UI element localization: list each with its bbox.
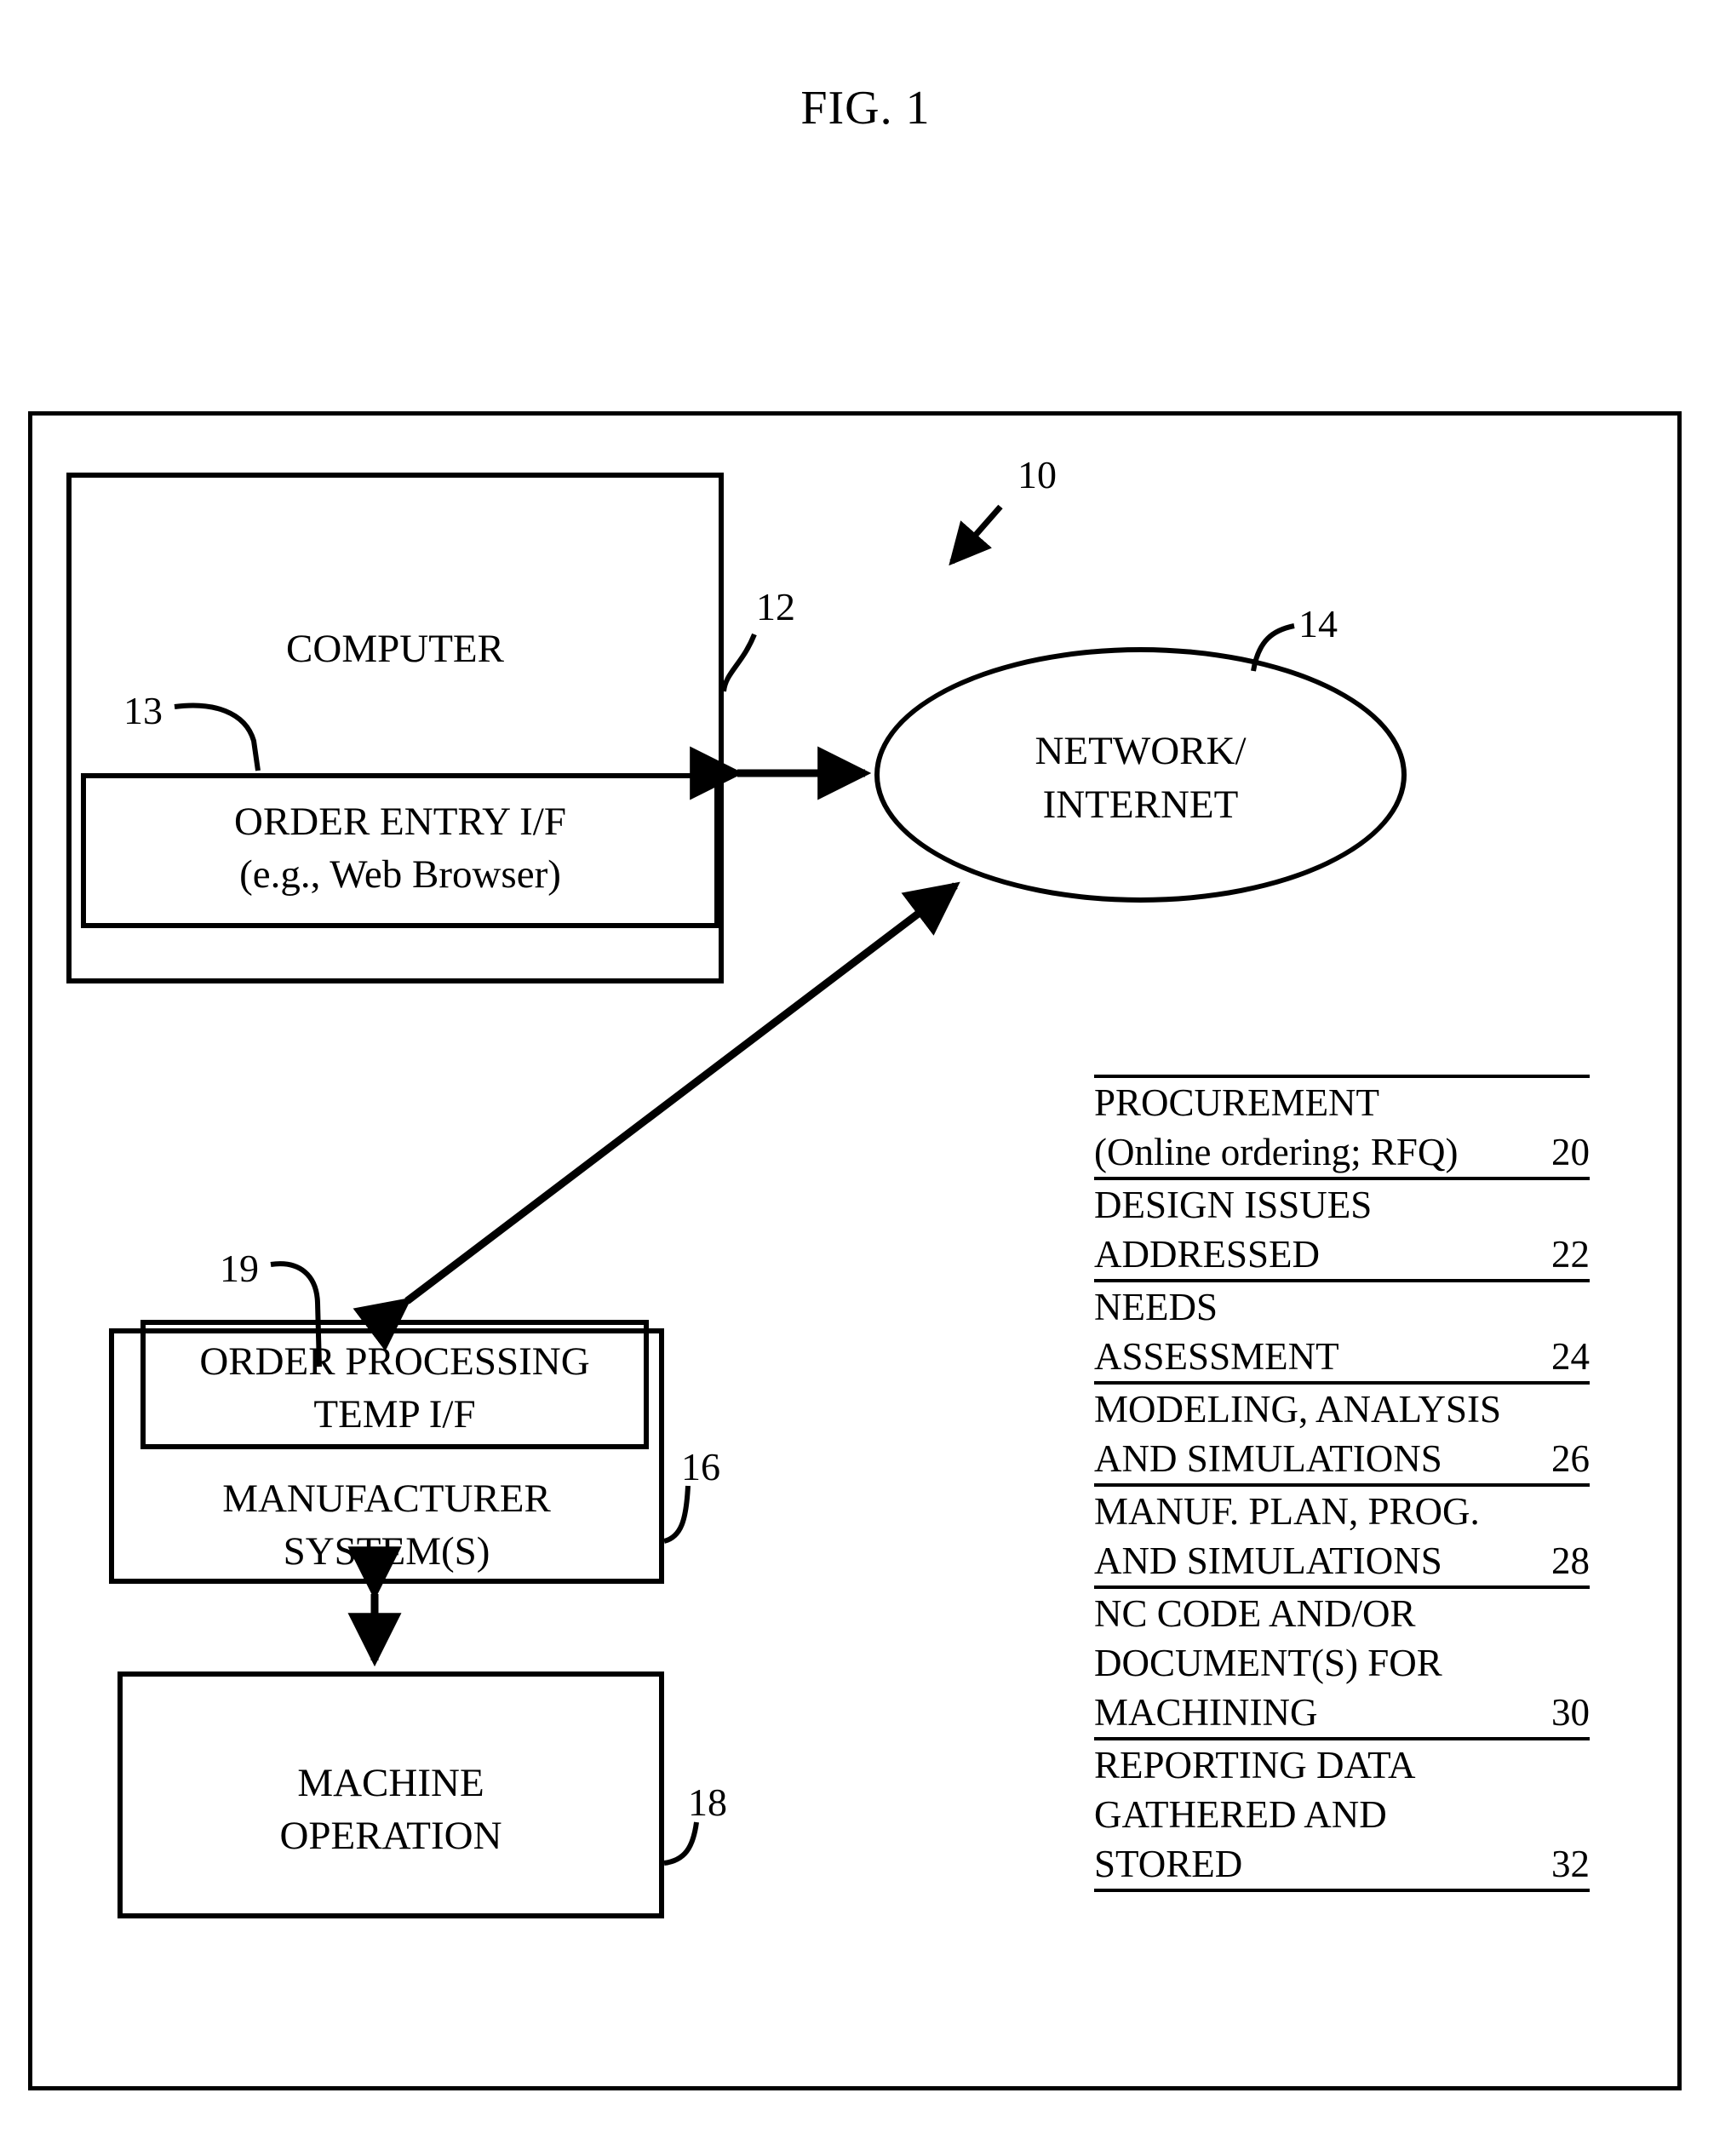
process-stage-line: GATHERED AND <box>1094 1790 1590 1839</box>
process-stage-text: AND SIMULATIONS <box>1094 1437 1442 1480</box>
process-stage-line: (Online ordering; RFQ) 20 <box>1094 1127 1590 1177</box>
computer-label: COMPUTER <box>286 627 504 671</box>
process-stage-text: MANUF. PLAN, PROG. <box>1094 1490 1480 1533</box>
network-internet-label-line2: INTERNET <box>1042 783 1239 827</box>
process-stage-text: MODELING, ANALYSIS <box>1094 1388 1501 1431</box>
process-stage-text: (Online ordering; RFQ) <box>1094 1131 1459 1173</box>
reference-numeral-18: 18 <box>688 1780 727 1824</box>
order-processing-temp-interface-label-line2: TEMP I/F <box>313 1392 476 1436</box>
process-stage-text: NEEDS <box>1094 1286 1218 1328</box>
process-stage-text: MACHINING <box>1094 1691 1318 1734</box>
process-stage-entry: MANUF. PLAN, PROG. AND SIMULATIONS 28 <box>1094 1487 1590 1589</box>
process-stage-line: NC CODE AND/OR <box>1094 1589 1590 1638</box>
reference-numeral-16: 16 <box>681 1445 720 1488</box>
network-internet-label-line1: NETWORK/ <box>1035 729 1247 773</box>
process-stage-entry: NC CODE AND/OR DOCUMENT(S) FOR MACHINING 30 <box>1094 1589 1590 1740</box>
process-stage-text: PROCUREMENT <box>1094 1081 1380 1124</box>
process-stage-text: DOCUMENT(S) FOR <box>1094 1642 1442 1684</box>
process-stage-reference-numeral: 20 <box>1551 1131 1590 1173</box>
process-stage-list: PROCUREMENT (Online ordering; RFQ) 20 DESIG… <box>1094 1075 1590 1892</box>
process-stage-line: AND SIMULATIONS 26 <box>1094 1434 1590 1483</box>
reference-numeral-13: 13 <box>123 689 163 732</box>
process-stage-line: ASSESSMENT 24 <box>1094 1332 1590 1381</box>
process-stage-entry: REPORTING DATA GATHERED AND STORED 32 <box>1094 1740 1590 1892</box>
order-entry-interface-box <box>81 773 719 928</box>
figure-title: FIG. 1 <box>800 82 931 135</box>
process-stage-line: STORED 32 <box>1094 1839 1590 1889</box>
process-stage-line: DOCUMENT(S) FOR <box>1094 1638 1590 1688</box>
process-stage-reference-numeral: 26 <box>1551 1437 1590 1480</box>
process-stage-line: DESIGN ISSUES <box>1094 1180 1590 1230</box>
process-stage-text: DESIGN ISSUES <box>1094 1184 1373 1226</box>
process-stage-entry: NEEDS ASSESSMENT 24 <box>1094 1282 1590 1385</box>
machine-operation-label-line2: OPERATION <box>279 1814 502 1858</box>
process-stage-text: STORED <box>1094 1843 1243 1885</box>
process-stage-text: AND SIMULATIONS <box>1094 1540 1442 1582</box>
process-stage-line: NEEDS <box>1094 1282 1590 1332</box>
process-stage-text: ASSESSMENT <box>1094 1335 1339 1378</box>
machine-operation-label-line1: MACHINE <box>297 1761 484 1805</box>
order-processing-temp-interface-label-line1: ORDER PROCESSING <box>199 1339 590 1384</box>
reference-numeral-19: 19 <box>220 1247 259 1290</box>
network-internet-ellipse <box>874 647 1407 903</box>
process-stage-text: ADDRESSED <box>1094 1233 1321 1276</box>
process-stage-line: REPORTING DATA <box>1094 1740 1590 1790</box>
process-stage-reference-numeral: 24 <box>1551 1335 1590 1378</box>
process-stage-entry: DESIGN ISSUES ADDRESSED 22 <box>1094 1180 1590 1282</box>
manufacturer-system-label-line2: SYSTEM(S) <box>283 1529 490 1574</box>
reference-numeral-12: 12 <box>756 585 795 628</box>
process-stage-line: AND SIMULATIONS 28 <box>1094 1536 1590 1585</box>
process-stage-text: NC CODE AND/OR <box>1094 1592 1416 1635</box>
process-stage-entry: MODELING, ANALYSIS AND SIMULATIONS 26 <box>1094 1385 1590 1487</box>
manufacturer-system-label-line1: MANUFACTURER <box>222 1477 551 1521</box>
process-stage-line: ADDRESSED 22 <box>1094 1230 1590 1279</box>
reference-numeral-14: 14 <box>1298 602 1338 645</box>
process-stage-line: MANUF. PLAN, PROG. <box>1094 1487 1590 1536</box>
process-stage-text: REPORTING DATA <box>1094 1744 1416 1786</box>
process-stage-line: MACHINING 30 <box>1094 1688 1590 1737</box>
process-stage-line: PROCUREMENT <box>1094 1078 1590 1127</box>
process-stage-reference-numeral: 32 <box>1551 1843 1590 1885</box>
process-stage-text: GATHERED AND <box>1094 1793 1387 1836</box>
order-entry-interface-label-line2: (e.g., Web Browser) <box>239 852 561 897</box>
reference-numeral-10: 10 <box>1017 453 1057 496</box>
process-stage-line: MODELING, ANALYSIS <box>1094 1385 1590 1434</box>
process-stage-reference-numeral: 22 <box>1551 1233 1590 1276</box>
process-stage-reference-numeral: 30 <box>1551 1691 1590 1734</box>
process-stage-reference-numeral: 28 <box>1551 1540 1590 1582</box>
process-stage-entry: PROCUREMENT (Online ordering; RFQ) 20 <box>1094 1078 1590 1180</box>
order-entry-interface-label-line1: ORDER ENTRY I/F <box>234 800 566 844</box>
